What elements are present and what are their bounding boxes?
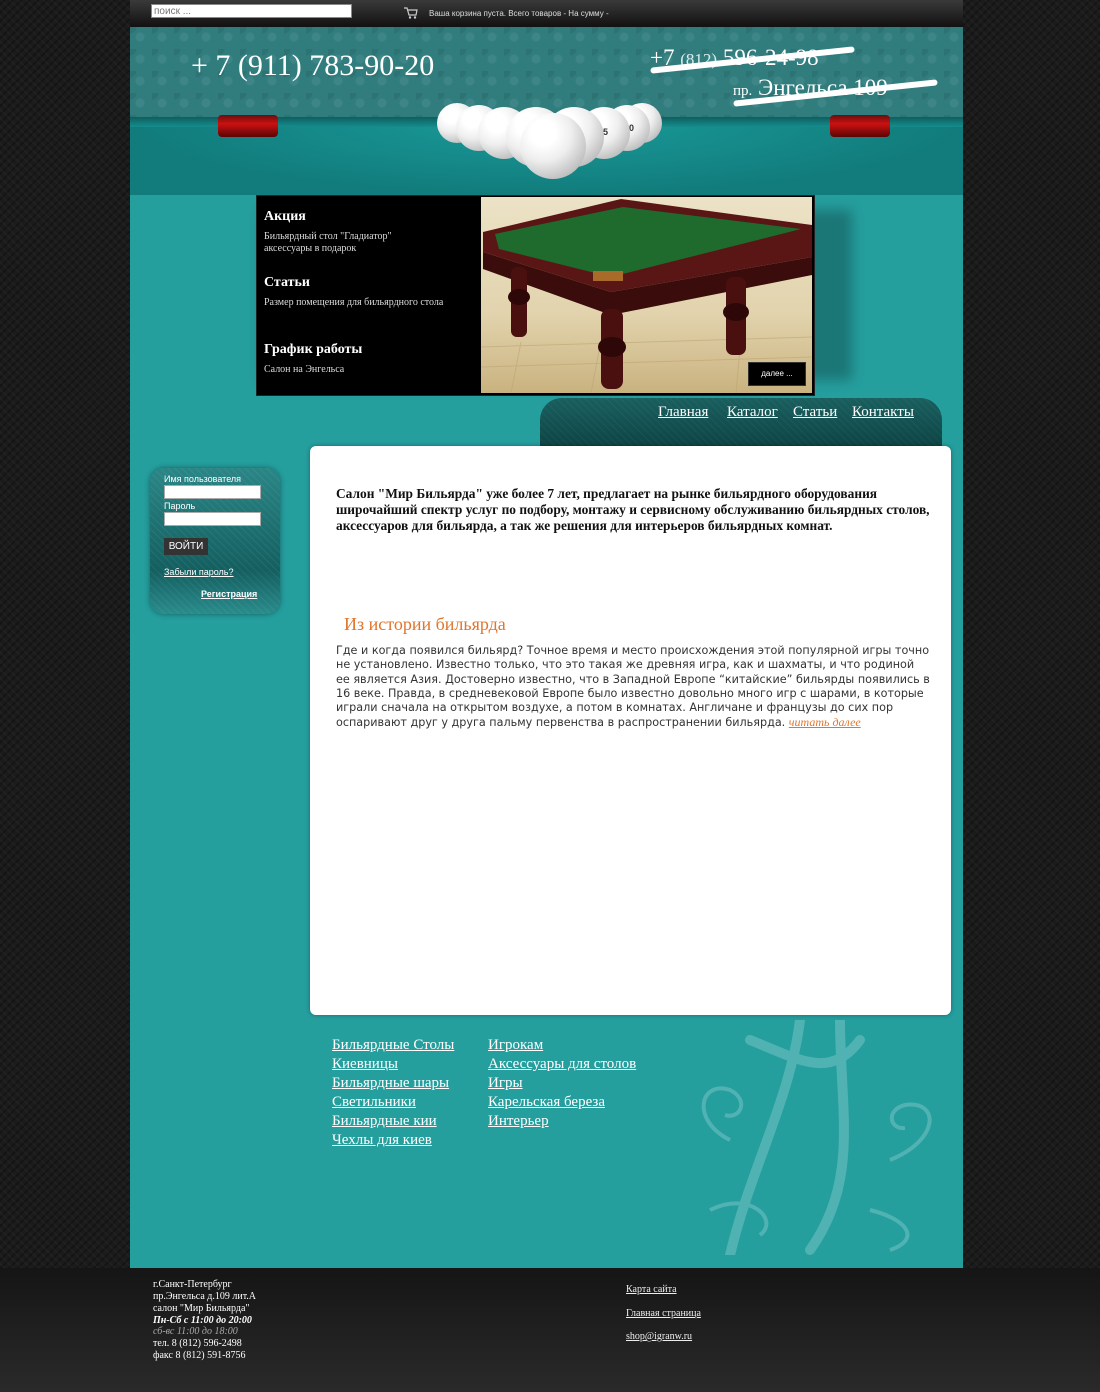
footer-home-link[interactable]: Главная страница [626,1308,701,1319]
search-input[interactable] [151,4,352,18]
footer-hours-weekend: сб-вс 11:00 до 18:00 [153,1326,238,1337]
catalog-link-interior[interactable]: Интерьер [488,1113,549,1130]
login-box: Имя пользователя Пароль ВОЙТИ Забыли пар… [150,468,280,614]
password-label: Пароль [164,501,196,511]
register-link[interactable]: Регистрация [201,589,257,599]
catalog-link-accessories[interactable]: Аксессуары для столов [488,1056,636,1073]
footer-tel: тел. 8 (812) 596-2498 [153,1338,242,1349]
history-paragraph: Где и когда появился бильярд? Точное вре… [336,644,930,730]
catalog-link-cue-cases[interactable]: Чехлы для киев [332,1132,432,1149]
decorative-swirl [701,1020,932,1255]
billiard-ball [520,113,586,179]
phone-number: + 7 (911) 783-90-20 [191,49,435,82]
right-pocket [830,115,890,137]
slide-text-articles[interactable]: Размер помещения для бильярдного стола [264,297,479,309]
nav-catalog[interactable]: Каталог [727,404,778,421]
footer-hours-weekdays: Пн-Сб с 11:00 до 20:00 [153,1315,252,1326]
username-field[interactable] [164,485,261,499]
main-content: Салон "Мир Бильярда" уже более 7 лет, пр… [310,446,951,1015]
catalog-link-games[interactable]: Игры [488,1075,523,1092]
footer-fax: факс 8 (812) 591-8756 [153,1350,246,1361]
footer-email-link[interactable]: shop@igranw.ru [626,1331,692,1342]
promo-slider: Акция Бильярдный стол "Гладиатор" аксесс… [256,195,815,396]
top-bar: Ваша корзина пуста. Всего товаров - На с… [130,0,963,28]
cart-status: Ваша корзина пуста. Всего товаров - На с… [429,9,609,18]
slide-text-promo[interactable]: Бильярдный стол "Гладиатор" аксессуары в… [264,231,424,255]
footer-address: пр.Энгельса д.109 лит.А [153,1291,257,1302]
footer-city: г.Санкт-Петербург [153,1279,232,1290]
username-label: Имя пользователя [164,474,242,484]
footer-salon: салон "Мир Бильярда" [153,1303,250,1314]
slide-title-schedule[interactable]: График работы [264,342,362,358]
nav-home[interactable]: Главная [658,404,708,421]
catalog-link-karelian-birch[interactable]: Карельская береза [488,1094,605,1111]
catalog-link-tables[interactable]: Бильярдные Столы [332,1037,454,1054]
main-nav: Главная Каталог Статьи Контакты [540,398,942,446]
catalog-link-cue-racks[interactable]: Киевницы [332,1056,398,1073]
more-button[interactable]: далее ... [748,362,806,386]
footer: г.Санкт-Петербург пр.Энгельса д.109 лит.… [0,1268,1100,1392]
nav-articles[interactable]: Статьи [793,404,837,421]
read-more-link[interactable]: читать далее [789,715,861,729]
catalog-link-players[interactable]: Игрокам [488,1037,543,1054]
forgot-password-link[interactable]: Забыли пароль? [164,567,233,577]
history-heading: Из истории бильярда [344,614,506,634]
slide-title-promo[interactable]: Акция [264,209,306,225]
catalog-link-cues[interactable]: Бильярдные кии [332,1113,437,1130]
nav-contacts[interactable]: Контакты [852,404,914,421]
left-pocket [218,115,278,137]
password-field[interactable] [164,512,261,526]
login-button[interactable]: ВОЙТИ [164,538,208,555]
header-banner: 10 25 25 + 7 (911) 783-90-20 +7 (812) 59… [130,27,963,195]
slide-title-articles[interactable]: Статьи [264,275,310,291]
cart-icon[interactable] [404,7,418,19]
footer-sitemap-link[interactable]: Карта сайта [626,1284,677,1295]
catalog-link-balls[interactable]: Бильярдные шары [332,1075,449,1092]
intro-text: Салон "Мир Бильярда" уже более 7 лет, пр… [336,486,930,533]
slide-text-schedule[interactable]: Салон на Энгельса [264,364,464,376]
catalog-link-lamps[interactable]: Светильники [332,1094,416,1111]
